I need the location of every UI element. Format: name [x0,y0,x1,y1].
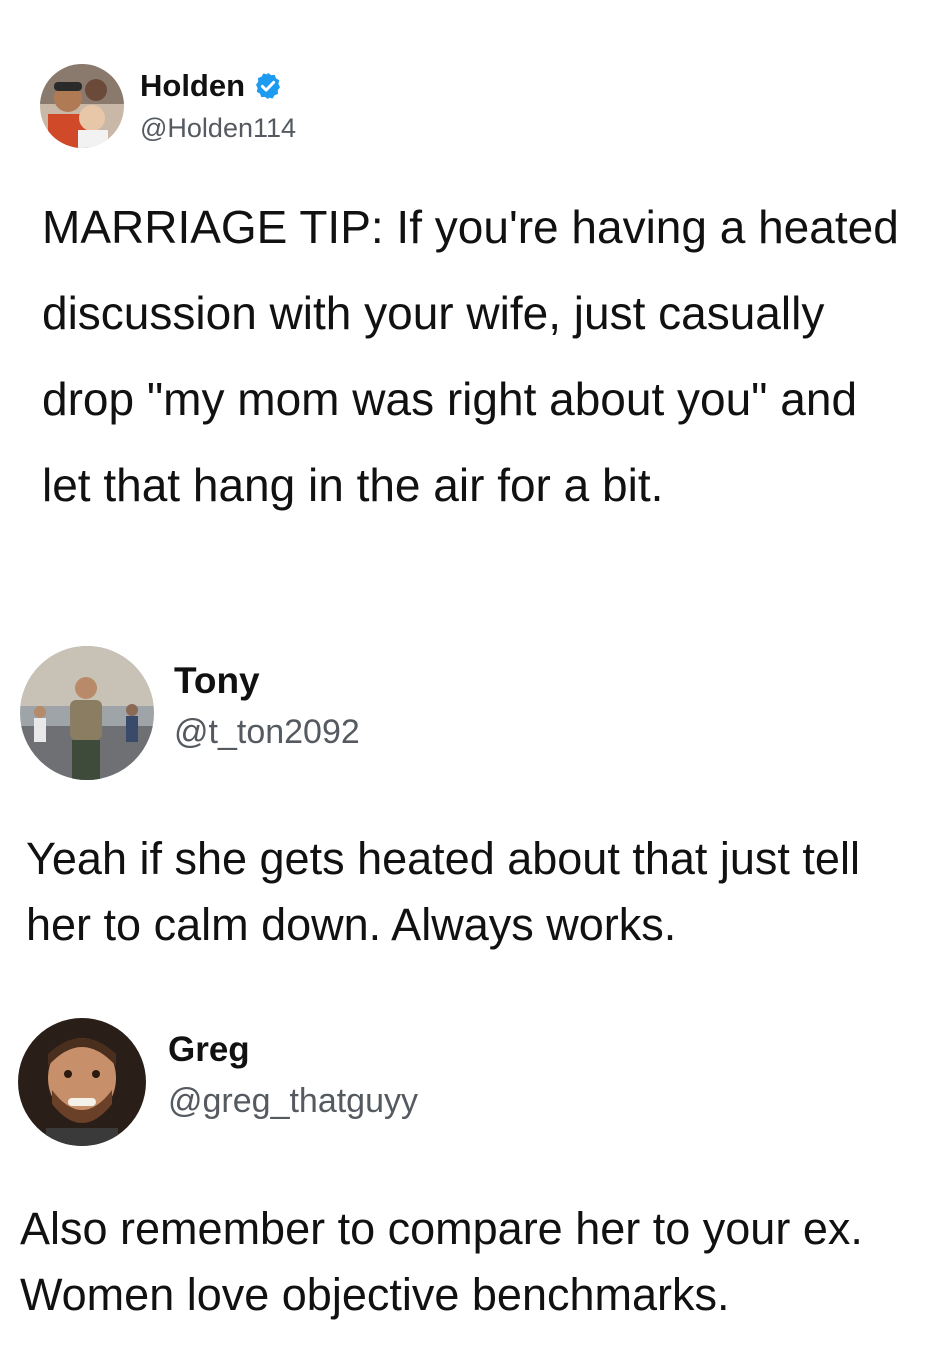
tweet-text: Yeah if she gets heated about that just … [26,833,860,950]
display-name[interactable]: Greg [168,1024,418,1076]
user-handle[interactable]: @t_ton2092 [174,707,360,757]
user-handle[interactable]: @greg_thatguyy [168,1076,418,1126]
tweet-header-greg: Greg @greg_thatguyy [18,1018,418,1146]
avatar[interactable] [40,64,124,148]
verified-badge-icon [253,71,283,101]
tweet-text: Also remember to compare her to your ex.… [20,1203,863,1320]
avatar-photo-icon [18,1018,146,1146]
avatar[interactable] [18,1018,146,1146]
avatar-photo-icon [40,64,124,148]
tweet-header-tony: Tony @t_ton2092 [20,646,360,780]
display-name[interactable]: Tony [174,655,360,707]
tweet-text: MARRIAGE TIP: If you're having a heated … [42,201,899,511]
user-handle[interactable]: @Holden114 [140,108,296,148]
display-name[interactable]: Holden [140,64,245,108]
avatar[interactable] [20,646,154,780]
avatar-photo-icon [20,646,154,780]
tweet-header-holden: Holden @Holden114 [40,64,296,148]
